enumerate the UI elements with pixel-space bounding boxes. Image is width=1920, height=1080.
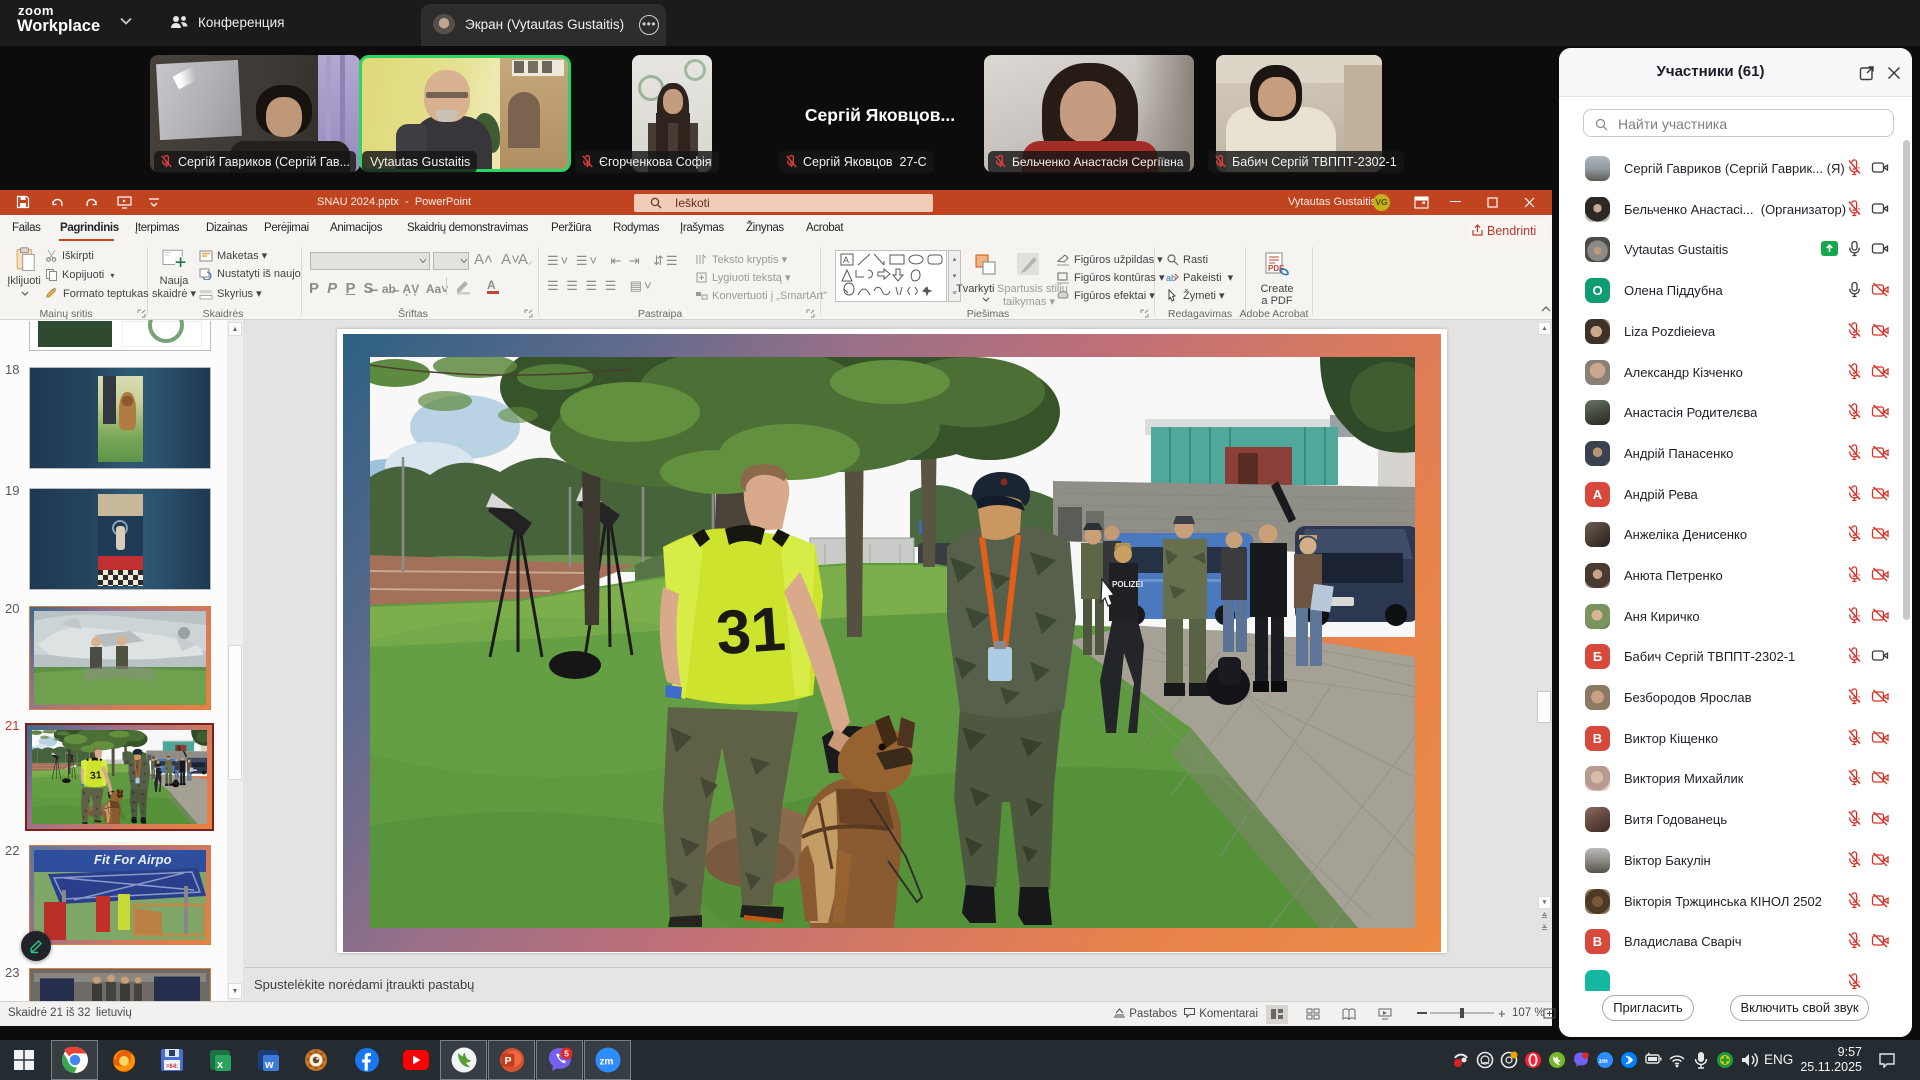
svg-text:5: 5 (564, 1049, 569, 1059)
svg-text:A: A (487, 278, 496, 292)
svg-text:PDF: PDF (1268, 264, 1284, 273)
svg-text:x: x (217, 1059, 224, 1071)
svg-text:w: w (264, 1059, 274, 1071)
svg-text:Fit For Airpo: Fit For Airpo (94, 852, 172, 867)
svg-text:=64:: =64: (166, 1064, 178, 1070)
svg-text:A: A (843, 255, 849, 265)
svg-text:zm: zm (599, 1057, 613, 1068)
svg-text:ab: ab (1166, 273, 1176, 283)
svg-text:zm: zm (1599, 1058, 1608, 1065)
svg-text:P: P (504, 1055, 511, 1067)
